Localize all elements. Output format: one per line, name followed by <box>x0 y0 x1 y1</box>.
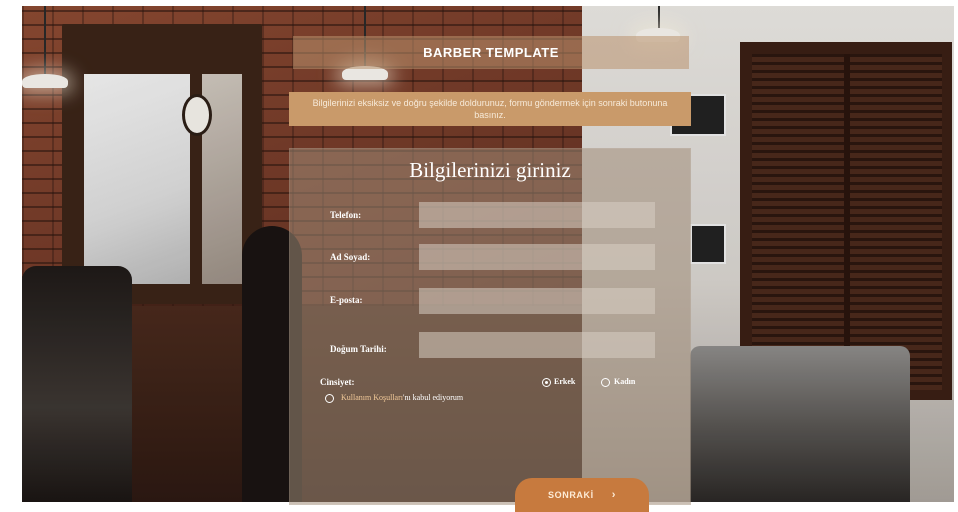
phone-input[interactable] <box>419 202 655 228</box>
fullname-input[interactable] <box>419 244 655 270</box>
gender-group: Cinsiyet: Erkek Kadın <box>320 377 660 391</box>
phone-label: Telefon: <box>330 210 362 220</box>
next-button-label: SONRAKİ <box>548 490 594 500</box>
terms-checkbox[interactable] <box>325 394 334 403</box>
terms-link[interactable]: Kullanım Koşulları <box>341 393 403 402</box>
email-input[interactable] <box>419 288 655 314</box>
email-label: E-posta: <box>330 295 363 305</box>
fullname-label: Ad Soyad: <box>330 252 371 262</box>
notice-bar: Bilgilerinizi eksiksiz ve doğru şekilde … <box>289 92 691 126</box>
radio-female[interactable] <box>601 378 610 387</box>
radio-female-label[interactable]: Kadın <box>614 377 635 386</box>
birthdate-input[interactable] <box>419 332 655 358</box>
terms-text: Kullanım Koşulları'nı kabul ediyorum <box>341 393 463 402</box>
gender-label: Cinsiyet: <box>320 377 355 387</box>
terms-row: Kullanım Koşulları'nı kabul ediyorum <box>325 392 625 406</box>
notice-text: Bilgilerinizi eksiksiz ve doğru şekilde … <box>312 98 668 120</box>
chevron-right-icon: › <box>611 489 616 501</box>
site-title: BARBER TEMPLATE <box>423 45 559 60</box>
title-bar: BARBER TEMPLATE <box>293 36 689 69</box>
form-title: Bilgilerinizi giriniz <box>409 158 571 182</box>
terms-suffix: 'nı kabul ediyorum <box>403 393 464 402</box>
birthdate-label: Doğum Tarihi: <box>330 344 387 354</box>
form-panel: Bilgilerinizi giriniz Telefon: Ad Soyad:… <box>289 148 691 512</box>
next-button[interactable]: SONRAKİ › <box>515 478 649 512</box>
radio-male[interactable] <box>542 378 551 387</box>
radio-male-label[interactable]: Erkek <box>554 377 575 386</box>
